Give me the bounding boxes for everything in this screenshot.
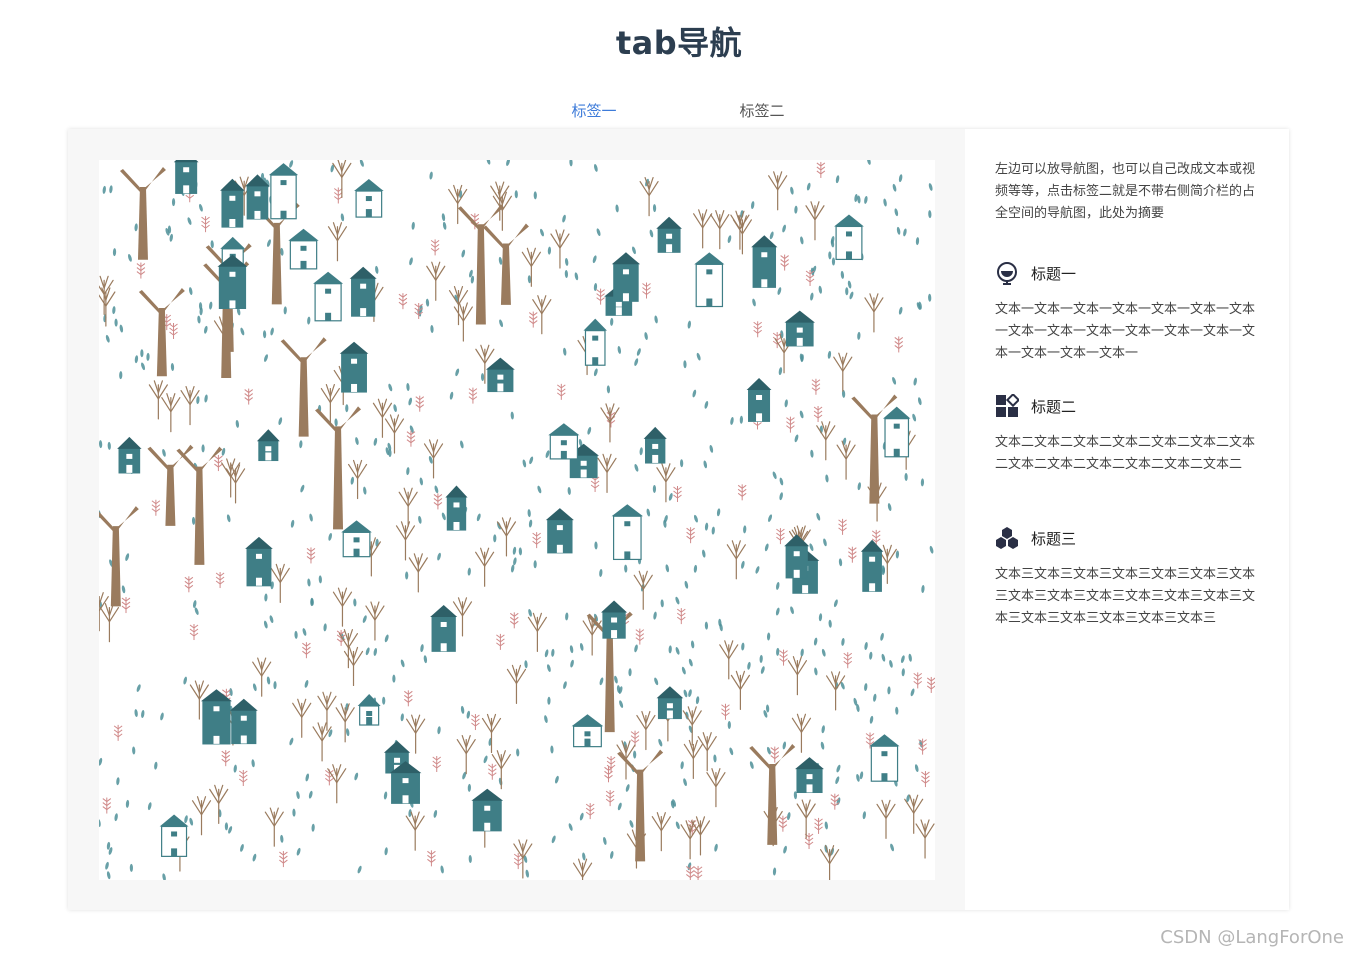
tab-one[interactable]: 标签一 — [545, 100, 643, 133]
globe-icon — [997, 262, 1017, 285]
tab-two-label: 标签二 — [739, 102, 785, 120]
sidebar-summary: 左边可以放导航图，也可以自己改成文本或视频等等，点击标签二就是不带右侧简介栏的占… — [995, 162, 1256, 221]
page-title: tab导航 — [615, 24, 743, 62]
section-one: 标题一 文本一文本一文本一文本一文本一文本一文本一文本一文本一文本一文本一文本一… — [995, 259, 1260, 365]
section-three-body: 文本三文本三文本三文本三文本三文本三文本三文本三文本三文本三文本三文本三文本三文… — [995, 567, 1256, 626]
info-sidebar: 左边可以放导航图，也可以自己改成文本或视频等等，点击标签二就是不带右侧简介栏的占… — [965, 129, 1289, 910]
section-one-body: 文本一文本一文本一文本一文本一文本一文本一文本一文本一文本一文本一文本一文本一文… — [995, 302, 1256, 361]
tab-content-panel: 左边可以放导航图，也可以自己改成文本或视频等等，点击标签二就是不带右侧简介栏的占… — [68, 129, 1289, 910]
section-one-title: 标题一 — [1031, 265, 1077, 283]
section-three: 标题三 文本三文本三文本三文本三文本三文本三文本三文本三文本三文本三文本三文本三… — [995, 524, 1260, 630]
hexagons-icon — [996, 527, 1018, 549]
navigation-illustration — [99, 160, 935, 880]
grid-icon — [996, 394, 1019, 417]
house-and-tree-pattern — [99, 160, 935, 880]
section-two: 标题二 文本二文本二文本二文本二文本二文本二文本二文本二文本二文本二文本二文本二… — [995, 392, 1260, 476]
tab-one-label: 标签一 — [571, 102, 617, 120]
section-two-title: 标题二 — [1031, 398, 1077, 416]
section-three-title: 标题三 — [1031, 530, 1077, 548]
tab-bar: 标签一 标签二 — [0, 96, 1358, 133]
section-two-body: 文本二文本二文本二文本二文本二文本二文本二文本二文本二文本二文本二文本二文本二 — [995, 435, 1256, 472]
watermark: CSDN @LangForOne — [1160, 927, 1344, 948]
tab-two[interactable]: 标签二 — [713, 100, 811, 130]
